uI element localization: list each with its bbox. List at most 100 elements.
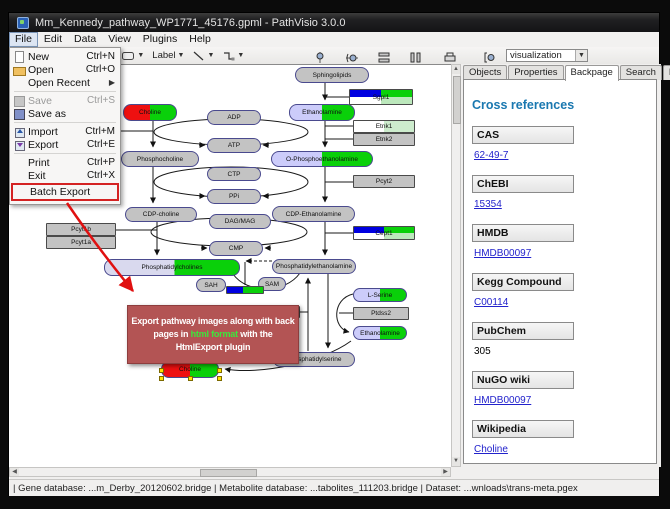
xref-link[interactable]: HMDB00097 (474, 395, 531, 406)
pathway-node-sgpl1[interactable]: Sgpl1 (349, 89, 413, 105)
line-dropdown-arrow[interactable]: ▼ (207, 52, 214, 59)
visualization-combobox[interactable]: visualization ▼ (506, 49, 588, 62)
menu-item-edit[interactable]: Edit (38, 33, 68, 46)
pathway-node-dag-mag[interactable]: DAG/MAG (209, 214, 271, 229)
xref-header[interactable]: HMDB (472, 224, 574, 242)
pathway-node-pcyt1b[interactable]: Pcyt1b (46, 223, 116, 236)
node-label: SAH (204, 282, 217, 289)
file-menu-item-batch-export[interactable]: Batch Export (11, 183, 119, 201)
visualization-value: visualization (510, 50, 562, 61)
line-tool-button[interactable]: ▼ (189, 48, 217, 64)
xref-value-row: 62-49-7 (474, 150, 656, 161)
xref-link[interactable]: C00114 (474, 297, 508, 308)
xref-header[interactable]: CAS (472, 126, 574, 144)
pathway-node-cdp-choline[interactable]: CDP-choline (125, 207, 197, 222)
scroll-right-arrow[interactable]: ▶ (441, 468, 450, 476)
file-menu-item-open[interactable]: OpenCtrl+O (11, 63, 119, 76)
menu-item-view[interactable]: View (102, 33, 137, 46)
tab-legend[interactable]: Legend (663, 65, 670, 80)
menu-item-data[interactable]: Data (68, 33, 102, 46)
file-menu-item-export[interactable]: ExportCtrl+E (11, 138, 119, 151)
tab-properties[interactable]: Properties (508, 65, 563, 80)
align-middle-button[interactable] (342, 49, 362, 65)
selection-handle[interactable] (159, 376, 164, 381)
selection-handle[interactable] (159, 368, 164, 373)
common-size-button[interactable] (440, 49, 460, 65)
pathway-node-etnk2[interactable]: Etnk2 (353, 133, 415, 146)
connector-dropdown-arrow[interactable]: ▼ (237, 52, 244, 59)
scroll-left-arrow[interactable]: ◀ (10, 468, 19, 476)
pathway-node-l-serine[interactable]: L-Serine (353, 288, 407, 302)
pathway-node-phosphatidylethanolamine[interactable]: Phosphatidylethanolamine (272, 259, 356, 274)
label-tool-button[interactable]: Label ▼ (149, 48, 187, 64)
pathway-node-cept1[interactable]: Cept1 (353, 226, 415, 240)
tab-backpage[interactable]: Backpage (565, 65, 619, 81)
menu-item-file[interactable]: File (9, 32, 38, 47)
selection-handle[interactable] (217, 368, 222, 373)
visualization-dropdown-arrow[interactable]: ▼ (575, 50, 587, 61)
pathway-node-etnk1[interactable]: Etnk1 (353, 120, 415, 133)
pathway-node-cmp[interactable]: CMP (209, 241, 263, 256)
xref-header[interactable]: PubChem (472, 322, 574, 340)
title-bar[interactable]: Mm_Kennedy_pathway_WP1771_45176.gpml - P… (9, 13, 659, 32)
pathway-node-ethanolamine[interactable]: Ethanolamine (289, 104, 355, 121)
save-icon (13, 95, 26, 107)
vertical-scroll-thumb[interactable] (453, 76, 461, 124)
pathway-node-sphingolipids[interactable]: Sphingolipids (295, 67, 369, 83)
connector-tool-button[interactable]: ▼ (219, 48, 247, 64)
datanode-tool-button[interactable]: ▼ (118, 48, 147, 64)
xref-header[interactable]: Kegg Compound (472, 273, 574, 291)
pathway-node-o-phosphoethanolamine[interactable]: O-Phosphoethanolamine (271, 151, 373, 167)
pathway-node-ptdss2[interactable]: Ptdss2 (353, 307, 409, 320)
file-menu-item-exit[interactable]: ExitCtrl+X (11, 169, 119, 182)
menu-item-plugins[interactable]: Plugins (137, 33, 183, 46)
tab-search[interactable]: Search (620, 65, 662, 80)
scroll-down-arrow[interactable]: ▼ (452, 457, 460, 466)
tab-objects[interactable]: Objects (463, 65, 507, 80)
xref-link[interactable]: Choline (474, 444, 508, 455)
xref-header[interactable]: ChEBI (472, 175, 574, 193)
pathway-node-fragment[interactable] (226, 286, 264, 294)
file-menu-item-save[interactable]: SaveCtrl+S (11, 94, 119, 107)
file-menu-item-print[interactable]: PrintCtrl+P (11, 156, 119, 169)
canvas-horizontal-scrollbar[interactable]: ◀ ▶ (9, 467, 451, 477)
pathway-node-cdp-ethanolamine[interactable]: CDP-Ethanolamine (272, 206, 355, 222)
xref-header[interactable]: NuGO wiki (472, 371, 574, 389)
pathway-node-phosphatidylcholines[interactable]: Phosphatidylcholines (104, 259, 240, 276)
xref-header[interactable]: Wikipedia (472, 420, 574, 438)
layout-button[interactable] (480, 49, 500, 65)
selection-handle[interactable] (188, 376, 193, 381)
pathway-node-phosphocholine[interactable]: Phosphocholine (121, 151, 199, 167)
label-dropdown-arrow[interactable]: ▼ (178, 52, 185, 59)
pathway-node-sah[interactable]: SAH (196, 278, 226, 292)
layout-icon (483, 51, 497, 64)
menu-item-label: Batch Export (30, 186, 90, 198)
file-menu-item-import[interactable]: ImportCtrl+M (11, 125, 119, 138)
pathway-node-ctp[interactable]: CTP (207, 167, 261, 181)
horizontal-scroll-thumb[interactable] (200, 469, 257, 477)
canvas-vertical-scrollbar[interactable]: ▲ ▼ (451, 64, 461, 467)
pathway-node-ethanolamine[interactable]: Ethanolamine (353, 326, 407, 340)
pathway-node-pcyt1a[interactable]: Pcyt1a (46, 236, 116, 249)
file-menu-item-open-recent[interactable]: Open Recent▶ (11, 76, 119, 89)
stack-horizontal-icon (409, 51, 423, 64)
xref-link[interactable]: HMDB00097 (474, 248, 531, 259)
pathway-node-adp[interactable]: ADP (207, 110, 261, 125)
pathway-node-atp[interactable]: ATP (207, 138, 261, 153)
xref-link[interactable]: 15354 (474, 199, 502, 210)
stack-horizontal-button[interactable] (406, 49, 426, 65)
menu-item-help[interactable]: Help (183, 33, 217, 46)
xref-link[interactable]: 62-49-7 (474, 150, 508, 161)
file-menu-item-save-as[interactable]: Save as (11, 107, 119, 120)
pathway-node-ppi[interactable]: PPi (207, 189, 261, 204)
pathway-node-choline[interactable]: Choline (123, 104, 177, 121)
stack-vertical-button[interactable] (374, 49, 394, 65)
datanode-dropdown-arrow[interactable]: ▼ (137, 52, 144, 59)
align-center-button[interactable] (310, 49, 330, 65)
file-menu-item-new[interactable]: NewCtrl+N (11, 50, 119, 63)
scroll-up-arrow[interactable]: ▲ (452, 65, 460, 74)
pathway-node-pcyt2[interactable]: Pcyt2 (353, 175, 415, 188)
xref-section-pubchem: PubChem305 (472, 322, 656, 357)
xref-section-nugo-wiki: NuGO wiki HMDB00097 (472, 371, 656, 406)
selection-handle[interactable] (217, 376, 222, 381)
